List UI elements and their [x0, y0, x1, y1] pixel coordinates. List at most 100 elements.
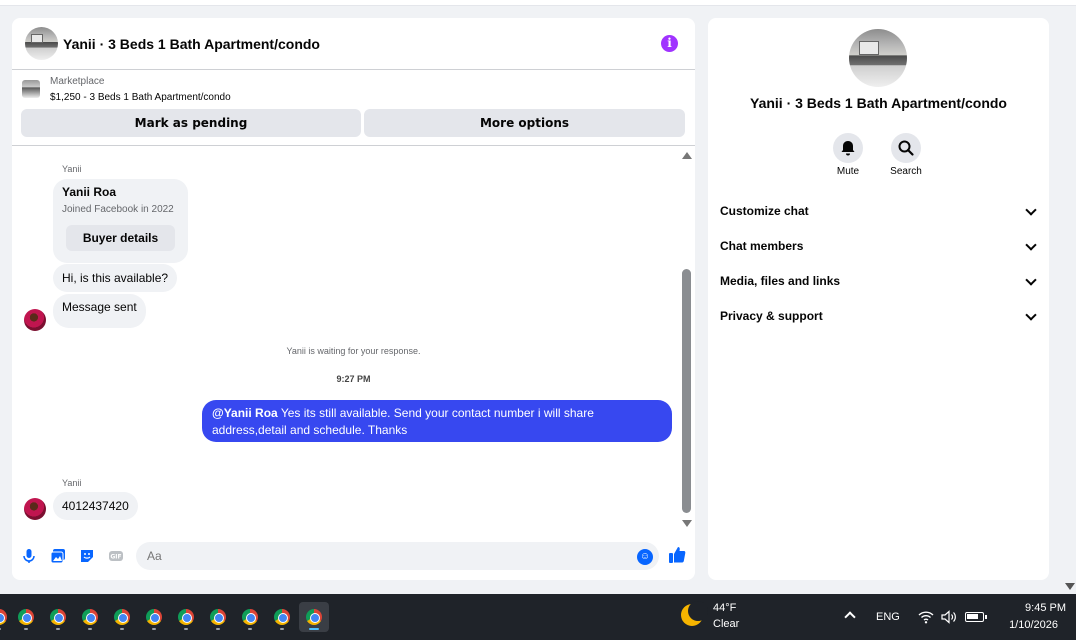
sender-avatar[interactable]: [24, 309, 46, 331]
clock-time[interactable]: 9:45 PM: [996, 602, 1066, 614]
mute-button[interactable]: [833, 133, 863, 163]
chevron-down-icon: [1025, 204, 1037, 216]
waiting-notice: Yanii is waiting for your response.: [286, 346, 421, 356]
gif-icon[interactable]: GIF: [108, 548, 124, 564]
buyer-profile-card: Yanii Roa Joined Facebook in 2022 Buyer …: [53, 179, 188, 263]
info-icon[interactable]: i: [661, 35, 678, 52]
wifi-icon[interactable]: [918, 610, 934, 624]
chrome-icon: [178, 609, 194, 625]
chat-panel: Yanii · 3 Beds 1 Bath Apartment/condo i …: [12, 18, 695, 580]
taskbar-chrome-window[interactable]: [75, 602, 105, 632]
chrome-icon: [114, 609, 130, 625]
message-list: Yanii Yanii Roa Joined Facebook in 2022 …: [12, 148, 695, 536]
section-media-files-links[interactable]: Media, files and links: [720, 266, 1038, 296]
like-icon[interactable]: [668, 546, 686, 564]
sidebar-listing-avatar[interactable]: [849, 29, 907, 87]
taskbar-chrome-window-active[interactable]: [299, 602, 329, 632]
time-divider: 9:27 PM: [336, 374, 371, 384]
battery-icon[interactable]: [965, 612, 987, 622]
microphone-icon[interactable]: [21, 548, 37, 564]
chrome-icon: [18, 609, 34, 625]
running-indicator: [24, 628, 28, 630]
chat-info-sidebar: Yanii · 3 Beds 1 Bath Apartment/condo Mu…: [708, 18, 1049, 580]
weather-temperature[interactable]: 44°F: [713, 602, 736, 614]
weather-condition[interactable]: Clear: [713, 618, 739, 630]
marketplace-label: Marketplace: [50, 76, 105, 87]
taskbar-chrome-window[interactable]: [267, 602, 297, 632]
composer: GIF ☺: [12, 536, 695, 580]
chevron-down-icon: [1025, 274, 1037, 286]
chevron-down-icon: [1025, 239, 1037, 251]
listing-avatar[interactable]: [25, 27, 58, 60]
language-indicator[interactable]: ENG: [876, 611, 900, 623]
running-indicator: [216, 628, 220, 630]
chrome-icon: [210, 609, 226, 625]
taskbar-chrome-window[interactable]: [235, 602, 265, 632]
outgoing-message: @Yanii Roa Yes its still available. Send…: [202, 400, 672, 442]
running-indicator: [56, 628, 60, 630]
chevron-up-icon[interactable]: [844, 611, 856, 623]
chrome-icon: [0, 609, 7, 625]
section-label: Customize chat: [720, 204, 809, 218]
taskbar: 44°F Clear ENG 9:45 PM 1/10/2026: [0, 594, 1076, 640]
sidebar-title: Yanii · 3 Beds 1 Bath Apartment/condo: [750, 95, 1007, 111]
scroll-up-arrow-icon[interactable]: [682, 152, 692, 159]
emoji-icon[interactable]: ☺: [637, 549, 653, 565]
gallery-icon[interactable]: [50, 548, 66, 564]
chat-header: Yanii · 3 Beds 1 Bath Apartment/condo i: [12, 18, 695, 70]
weather-moon-icon[interactable]: [681, 601, 708, 626]
sender-name: Yanii: [62, 478, 82, 488]
taskbar-chrome-window[interactable]: [171, 602, 201, 632]
search-button[interactable]: [891, 133, 921, 163]
volume-icon[interactable]: [941, 610, 957, 624]
search-icon: [898, 140, 914, 156]
chat-title[interactable]: Yanii · 3 Beds 1 Bath Apartment/condo: [63, 36, 320, 52]
listing-thumbnail[interactable]: [22, 80, 40, 98]
clock-date[interactable]: 1/10/2026: [996, 619, 1058, 631]
chevron-down-icon: [1025, 309, 1037, 321]
section-privacy-support[interactable]: Privacy & support: [720, 301, 1038, 331]
marketplace-listing-bar: Marketplace $1,250 - 3 Beds 1 Bath Apart…: [12, 70, 695, 146]
search-label: Search: [890, 166, 922, 177]
running-indicator: [0, 628, 1, 630]
message-input[interactable]: [136, 542, 659, 570]
running-indicator: [120, 628, 124, 630]
running-indicator: [248, 628, 252, 630]
running-indicator: [280, 628, 284, 630]
buyer-name: Yanii Roa: [62, 185, 117, 199]
mark-as-pending-button[interactable]: Mark as pending: [21, 109, 361, 137]
running-indicator: [152, 628, 156, 630]
taskbar-chrome-window[interactable]: [107, 602, 137, 632]
message-scrollbar[interactable]: [680, 150, 692, 530]
top-strip: [0, 0, 1076, 6]
sticker-icon[interactable]: [79, 548, 95, 564]
taskbar-chrome-window[interactable]: [139, 602, 169, 632]
incoming-message: Hi, is this available?: [53, 264, 178, 292]
taskbar-chrome-window[interactable]: [43, 602, 73, 632]
running-indicator: [309, 628, 319, 630]
chrome-icon: [274, 609, 290, 625]
running-indicator: [184, 628, 188, 630]
section-chat-members[interactable]: Chat members: [720, 231, 1038, 261]
chrome-icon: [50, 609, 66, 625]
taskbar-chrome-window[interactable]: [203, 602, 233, 632]
section-label: Chat members: [720, 239, 804, 253]
section-customize-chat[interactable]: Customize chat: [720, 196, 1038, 226]
section-label: Privacy & support: [720, 309, 823, 323]
buyer-joined-date: Joined Facebook in 2022: [62, 204, 174, 215]
chrome-icon: [242, 609, 258, 625]
incoming-message: 4012437420: [53, 492, 138, 520]
listing-price-title[interactable]: $1,250 - 3 Beds 1 Bath Apartment/condo: [50, 92, 231, 103]
taskbar-chrome-window[interactable]: [11, 602, 41, 632]
page-scroll-down-arrow-icon[interactable]: [1065, 583, 1075, 590]
mute-label: Mute: [836, 166, 860, 177]
chrome-icon: [82, 609, 98, 625]
scroll-down-arrow-icon[interactable]: [682, 520, 692, 527]
buyer-details-button[interactable]: Buyer details: [66, 225, 175, 251]
scroll-thumb[interactable]: [682, 269, 691, 513]
more-options-button[interactable]: More options: [364, 109, 685, 137]
mention[interactable]: @Yanii Roa: [212, 406, 278, 420]
chrome-icon: [146, 609, 162, 625]
sender-avatar[interactable]: [24, 498, 46, 520]
running-indicator: [88, 628, 92, 630]
